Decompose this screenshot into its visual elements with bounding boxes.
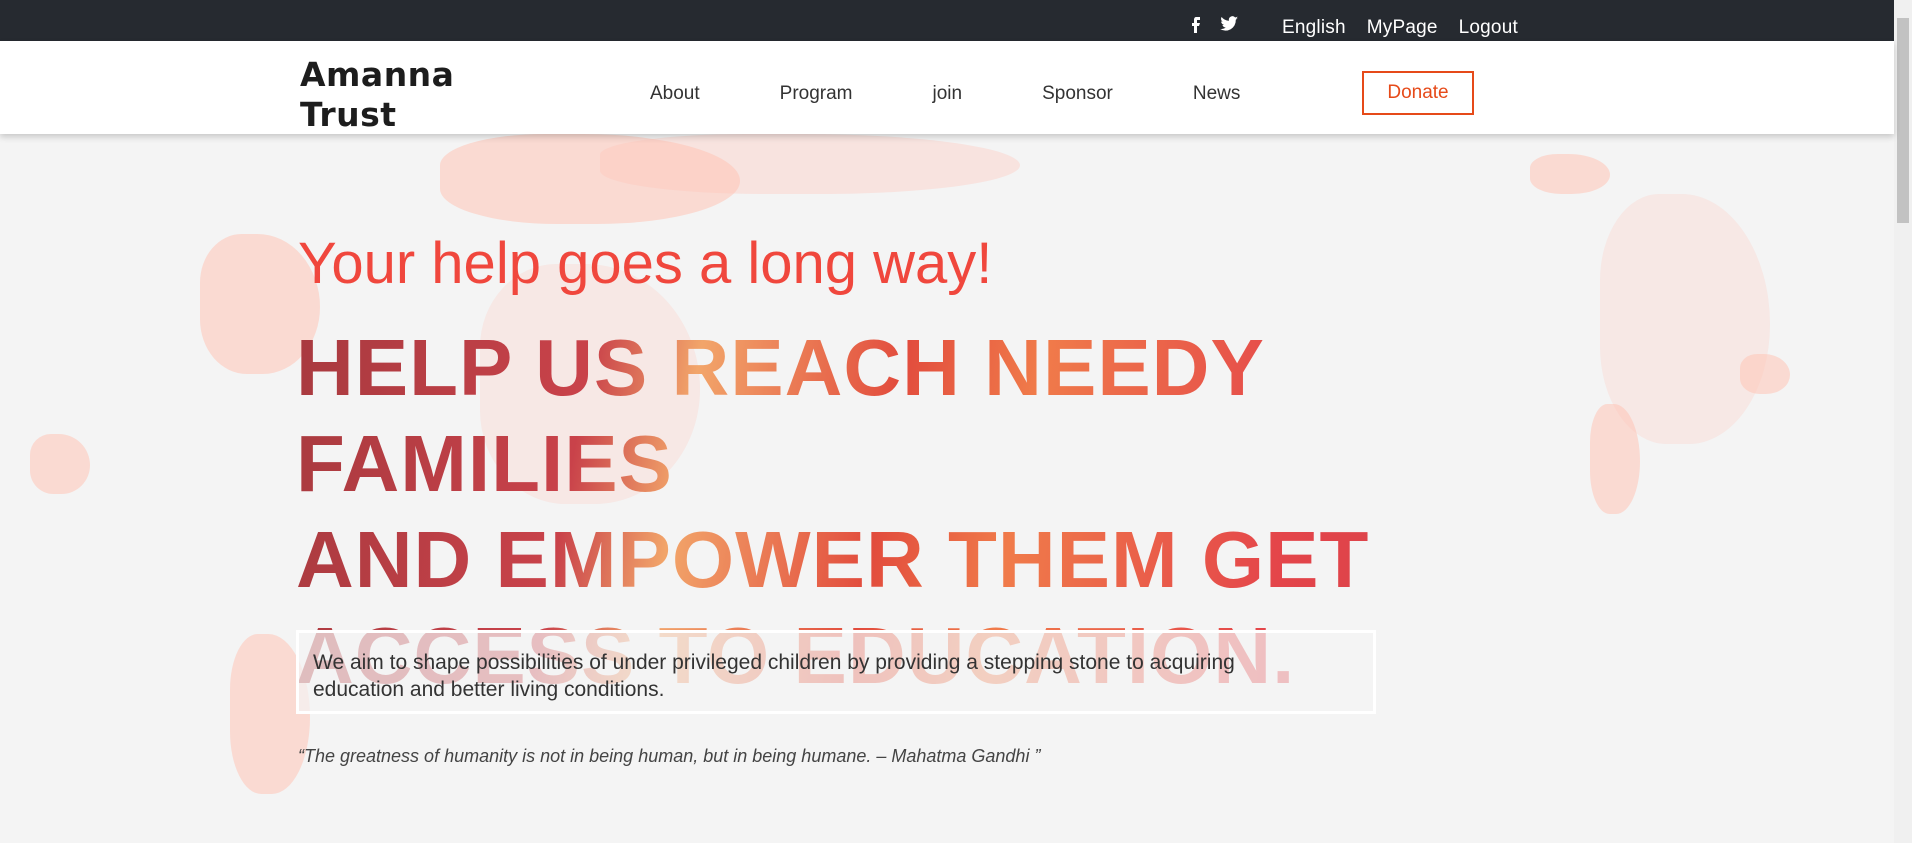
map-splatter [1530,154,1610,194]
gandhi-quote: “The greatness of humanity is not in bei… [298,746,1041,766]
donate-button[interactable]: Donate [1362,71,1474,115]
social-links [1185,14,1239,34]
scrollbar-thumb[interactable] [1897,18,1909,223]
hero-subtitle: Your help goes a long way! [298,231,993,296]
top-links: English MyPage Logout [1282,17,1518,39]
nav-news[interactable]: News [1193,83,1241,105]
map-splatter [30,434,90,494]
map-splatter [1600,194,1770,444]
language-link[interactable]: English [1282,17,1346,39]
mission-line1: We aim to shape possibilities of under p… [313,651,1235,674]
nav-join[interactable]: join [933,83,963,105]
vertical-scrollbar[interactable] [1894,0,1912,843]
nav-sponsor[interactable]: Sponsor [1042,83,1113,105]
nav-program[interactable]: Program [780,83,853,105]
headline-line: HELP US REACH NEEDY FAMILIES [296,323,1264,508]
map-splatter [600,134,1020,194]
logout-link[interactable]: Logout [1459,17,1518,39]
brand-line2: Trust [300,95,397,134]
map-splatter [1740,354,1790,394]
brand-line1: Amanna [300,55,455,94]
top-bar: English MyPage Logout [0,0,1894,41]
nav-about[interactable]: About [650,83,700,105]
mission-statement: We aim to shape possibilities of under p… [296,630,1376,714]
twitter-icon[interactable] [1219,14,1239,34]
mission-line2: education and better living conditions. [313,678,665,701]
facebook-icon[interactable] [1185,14,1205,34]
mypage-link[interactable]: MyPage [1367,17,1438,39]
main-nav: About Program join Sponsor News [650,83,1240,105]
brand-logo[interactable]: Amanna Trust [300,55,454,135]
site-header: Amanna Trust About Program join Sponsor … [0,41,1894,134]
headline-line: AND EMPOWER THEM GET [296,515,1370,604]
